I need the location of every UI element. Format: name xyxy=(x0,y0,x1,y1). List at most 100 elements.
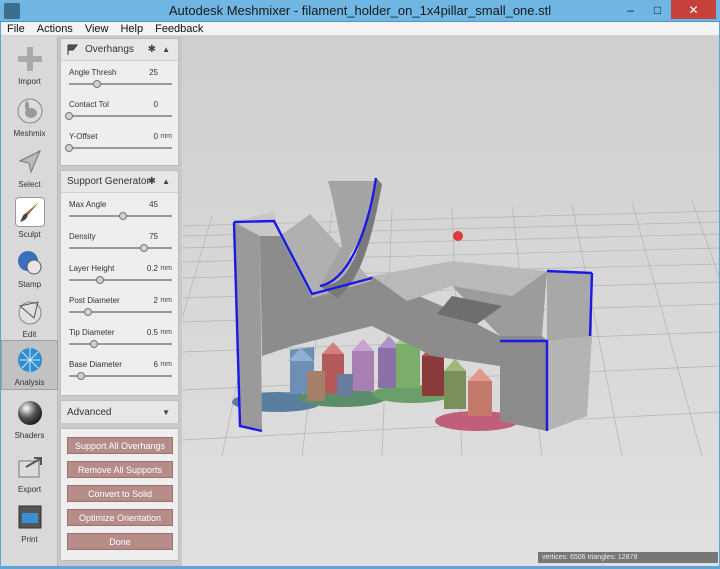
param-label: Base Diameter xyxy=(69,360,122,369)
param-value: 75 xyxy=(149,232,158,241)
menu-bar: File Actions View Help Feedback xyxy=(1,22,719,36)
param-unit: mm xyxy=(160,297,172,304)
param-label: Layer Height xyxy=(69,264,115,273)
param-label: Y-Offset xyxy=(69,132,98,141)
tool-meshmix[interactable]: Meshmix xyxy=(1,92,58,142)
param-value: 0 xyxy=(153,132,158,141)
param-value: 25 xyxy=(149,68,158,77)
actions-panel: Support All Overhangs Remove All Support… xyxy=(60,428,179,561)
tool-print[interactable]: Print xyxy=(1,498,58,548)
status-bar: vertices: 6506 triangles: 12878 xyxy=(538,552,718,563)
slider-thumb[interactable] xyxy=(89,340,98,348)
param-post-diameter: Post Diameter 2 mm xyxy=(61,293,180,325)
param-value: 0.5 xyxy=(146,328,158,337)
slider-thumb[interactable] xyxy=(95,276,104,284)
stamp-icon xyxy=(15,247,45,277)
tool-analysis[interactable]: Analysis xyxy=(1,340,58,390)
plus-icon xyxy=(15,44,45,74)
tool-import-label: Import xyxy=(18,77,41,86)
3d-viewport[interactable]: vertices: 6506 triangles: 12878 xyxy=(182,36,719,566)
param-unit: mm xyxy=(160,133,172,140)
optimize-orientation-button[interactable]: Optimize Orientation xyxy=(67,509,173,526)
arrow-icon xyxy=(15,147,45,177)
support-generator-header[interactable]: Support Generator ✱ ▲ xyxy=(61,171,178,193)
slider-thumb[interactable] xyxy=(83,308,92,316)
tool-shaders[interactable]: Shaders xyxy=(1,394,58,444)
param-label: Angle Thresh xyxy=(69,68,117,77)
param-unit: mm xyxy=(160,361,172,368)
tool-meshmix-label: Meshmix xyxy=(13,129,46,138)
overhangs-panel: Overhangs ✱ ▲ Angle Thresh 25 Contact To… xyxy=(60,38,179,166)
remove-all-supports-button[interactable]: Remove All Supports xyxy=(67,461,173,478)
analysis-icon xyxy=(15,345,45,375)
advanced-panel[interactable]: Advanced ▼ xyxy=(60,400,179,423)
support-generator-panel: Support Generator ✱ ▲ Max Angle 45 Densi… xyxy=(60,170,179,396)
done-button[interactable]: Done xyxy=(67,533,173,550)
edit-icon xyxy=(15,297,45,327)
menu-feedback[interactable]: Feedback xyxy=(149,22,209,36)
support-generator-title: Support Generator xyxy=(67,176,150,187)
menu-view[interactable]: View xyxy=(79,22,115,36)
tool-export[interactable]: Export xyxy=(1,448,58,498)
slider-track[interactable] xyxy=(69,80,172,88)
tool-print-label: Print xyxy=(21,535,38,544)
param-layer-height: Layer Height 0.2 mm xyxy=(61,261,180,293)
close-button[interactable]: ✕ xyxy=(671,0,716,19)
sphere-icon xyxy=(15,398,45,428)
overhang-icon xyxy=(67,44,79,55)
tool-import[interactable]: Import xyxy=(1,40,58,90)
expand-icon[interactable]: ▼ xyxy=(162,408,170,417)
slider-track[interactable] xyxy=(65,144,172,152)
param-value: 45 xyxy=(149,200,158,209)
slider-thumb[interactable] xyxy=(77,372,86,380)
param-label: Contact Tol xyxy=(69,100,109,109)
param-label: Tip Diameter xyxy=(69,328,115,337)
minimize-button[interactable]: – xyxy=(617,0,644,19)
param-angle-thresh: Angle Thresh 25 xyxy=(61,65,180,97)
slider-thumb[interactable] xyxy=(65,144,73,152)
overhangs-header[interactable]: Overhangs ✱ ▲ xyxy=(61,39,178,61)
slider-track[interactable] xyxy=(69,244,172,252)
slider-track[interactable] xyxy=(69,212,172,220)
slider-track[interactable] xyxy=(69,276,172,284)
param-density: Density 75 xyxy=(61,229,180,261)
param-base-diameter: Base Diameter 6 mm xyxy=(61,357,180,389)
param-value: 2 xyxy=(153,296,158,305)
convert-to-solid-button[interactable]: Convert to Solid xyxy=(67,485,173,502)
param-unit: mm xyxy=(160,329,172,336)
gear-icon[interactable]: ✱ xyxy=(148,176,156,187)
slider-thumb[interactable] xyxy=(92,80,101,88)
menu-help[interactable]: Help xyxy=(114,22,149,36)
slider-track[interactable] xyxy=(69,308,172,316)
tool-select-label: Select xyxy=(18,180,41,189)
collapse-icon[interactable]: ▲ xyxy=(162,177,170,186)
slider-track[interactable] xyxy=(65,112,172,120)
param-label: Post Diameter xyxy=(69,296,120,305)
slider-track[interactable] xyxy=(69,340,172,348)
window-title: Autodesk Meshmixer - filament_holder_on_… xyxy=(168,3,552,18)
gear-icon[interactable]: ✱ xyxy=(148,44,156,55)
menu-file[interactable]: File xyxy=(1,22,31,36)
collapse-icon[interactable]: ▲ xyxy=(162,45,170,54)
advanced-header[interactable]: Advanced ▼ xyxy=(61,401,178,423)
tool-select[interactable]: Select xyxy=(1,143,58,193)
slider-thumb[interactable] xyxy=(65,112,73,120)
printer-icon xyxy=(15,502,45,532)
bunny-icon xyxy=(15,96,45,126)
menu-actions[interactable]: Actions xyxy=(31,22,79,36)
param-value: 0.2 xyxy=(146,264,158,273)
advanced-title: Advanced xyxy=(67,406,112,418)
param-contact-tol: Contact Tol 0 xyxy=(61,97,180,129)
support-all-overhangs-button[interactable]: Support All Overhangs xyxy=(67,437,173,454)
slider-track[interactable] xyxy=(69,372,172,380)
tool-stamp[interactable]: Stamp xyxy=(1,243,58,293)
maximize-button[interactable]: □ xyxy=(644,0,671,19)
slider-thumb[interactable] xyxy=(118,212,127,220)
slider-thumb[interactable] xyxy=(140,244,149,252)
tool-sculpt[interactable]: Sculpt xyxy=(1,193,58,243)
pivot-marker xyxy=(453,231,463,241)
scene-render xyxy=(182,36,719,566)
tool-edit-label: Edit xyxy=(22,330,37,339)
tool-sculpt-label: Sculpt xyxy=(18,230,41,239)
tool-edit[interactable]: Edit xyxy=(1,293,58,343)
